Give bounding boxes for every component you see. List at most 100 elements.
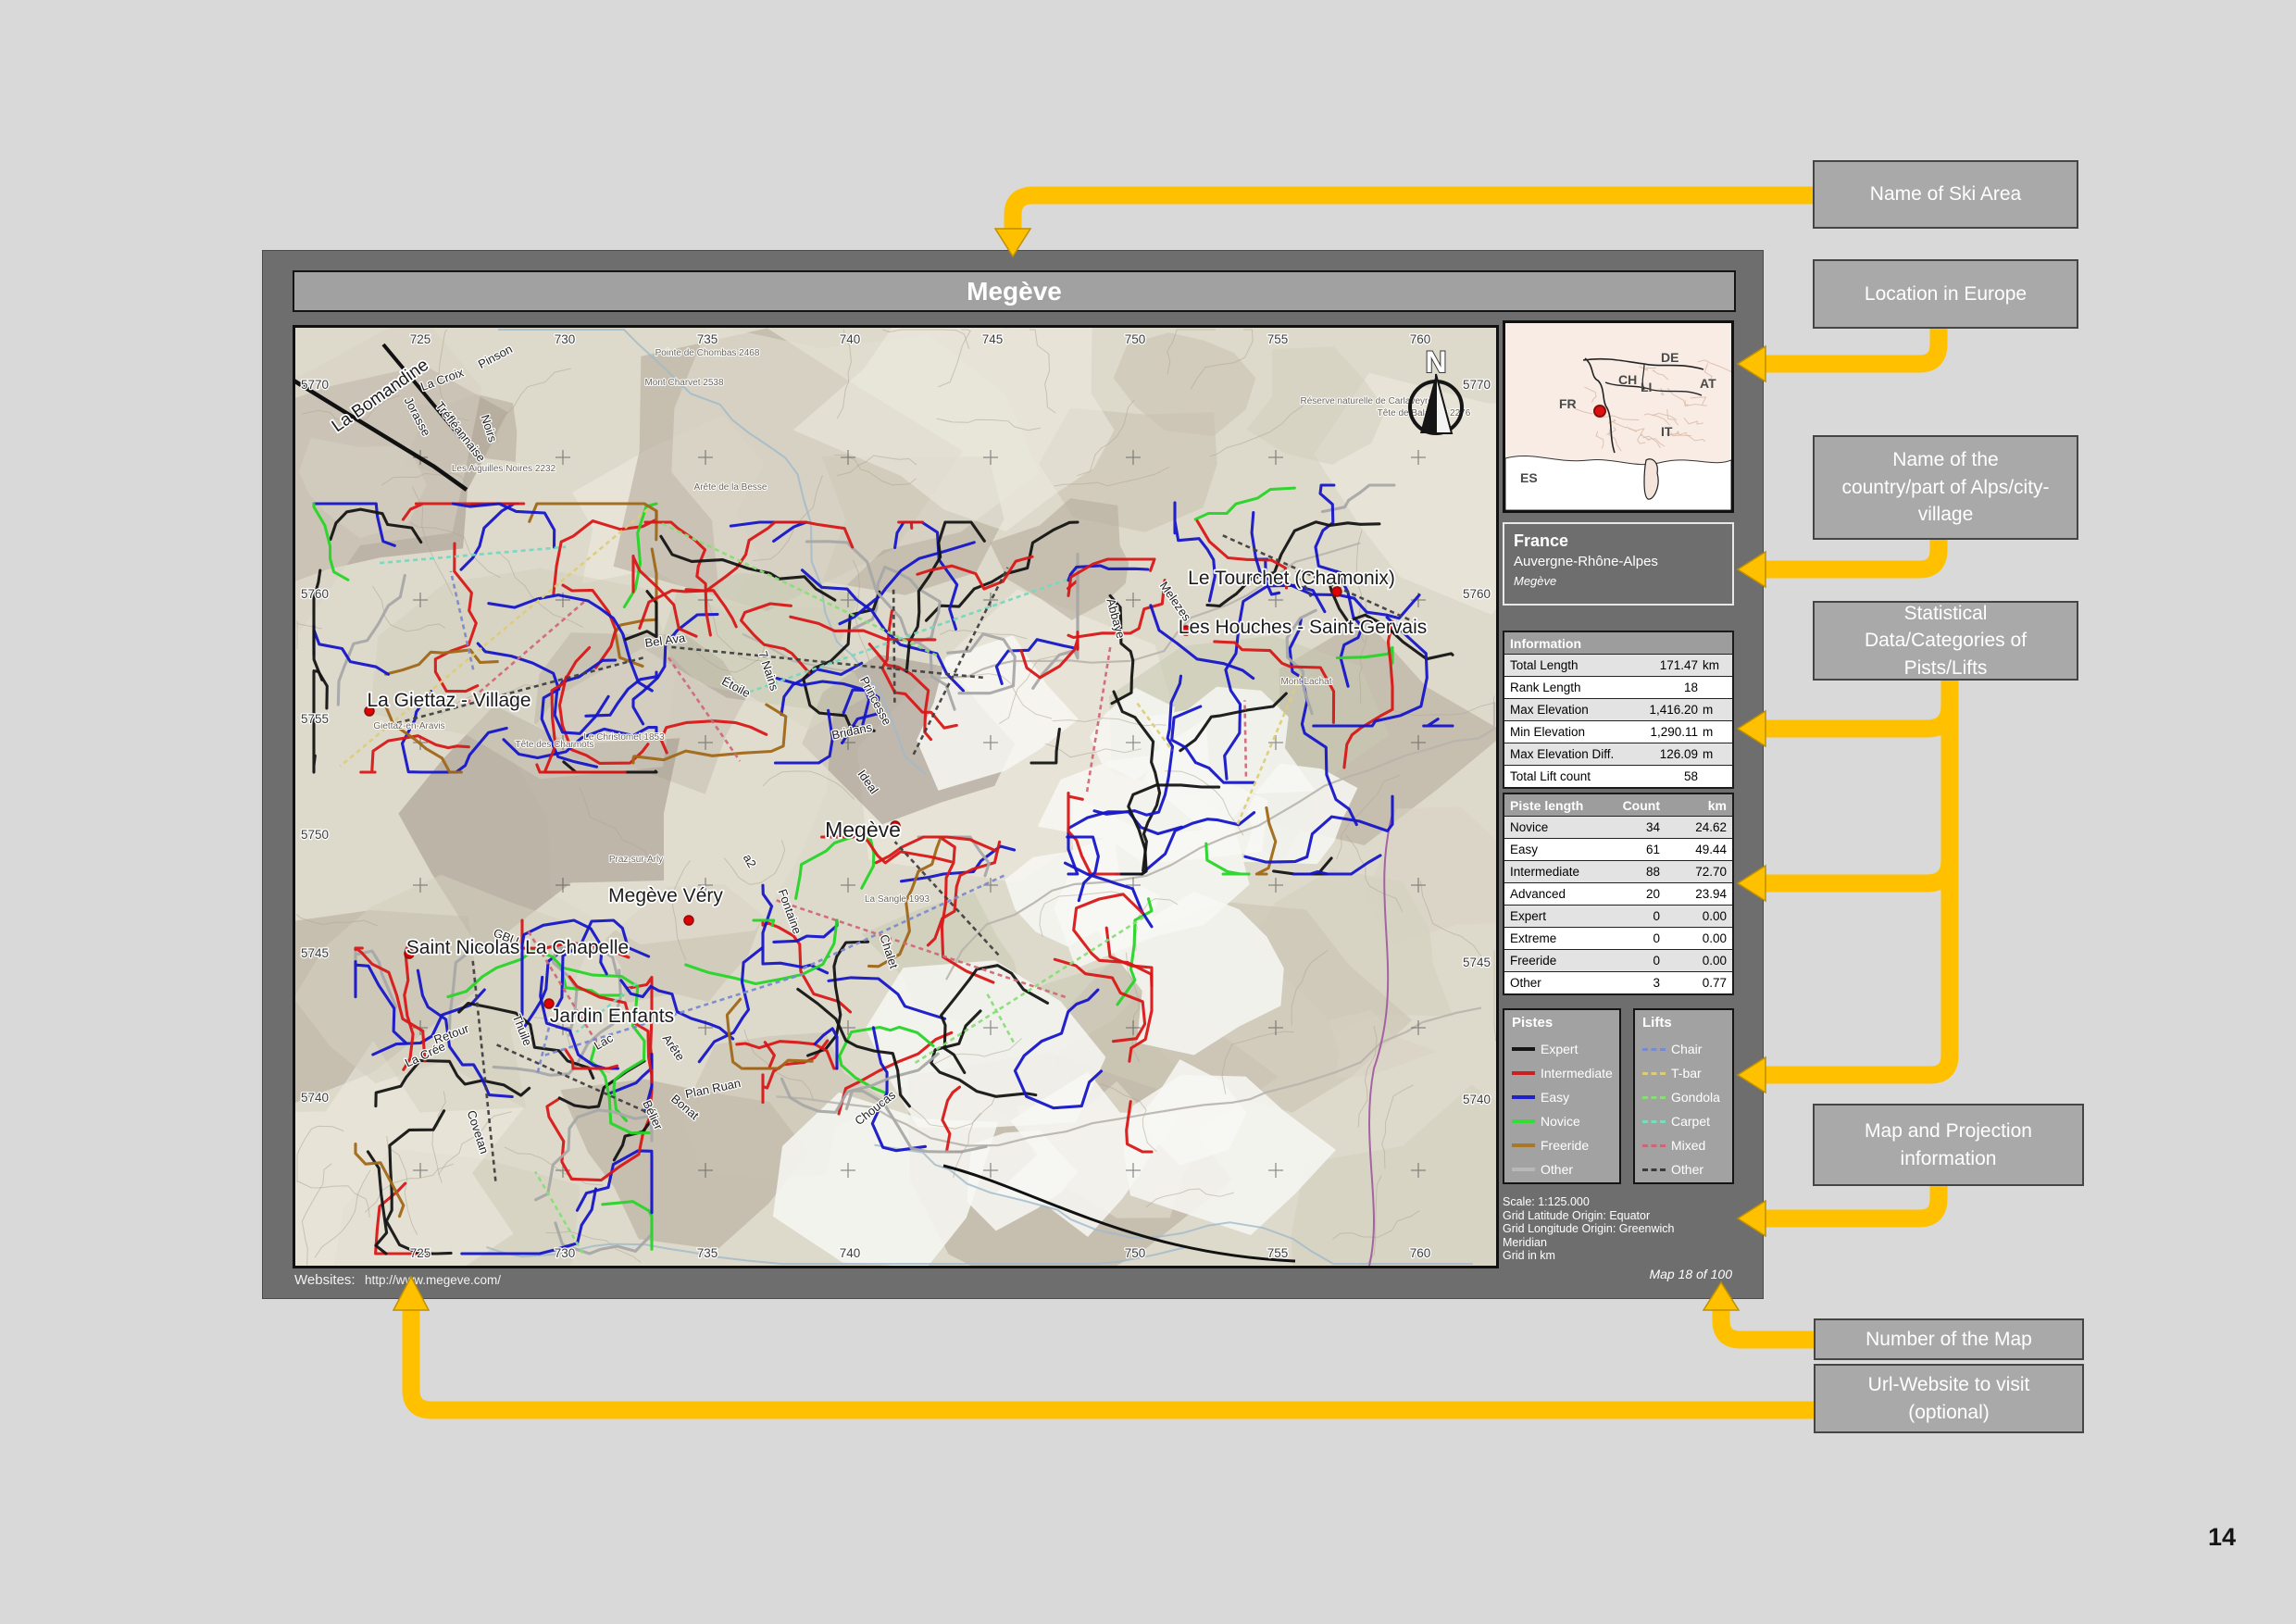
legend-item: Mixed bbox=[1642, 1133, 1725, 1157]
legend-item-label: Chair bbox=[1671, 1042, 1702, 1056]
piste-line-swatch bbox=[1512, 1047, 1535, 1051]
lift-line-swatch bbox=[1642, 1048, 1666, 1051]
grid-label-top: 760 bbox=[1410, 332, 1431, 346]
map-tiny-label: Giettaz-en-Aravis bbox=[373, 721, 444, 731]
callout-name-of-ski-area: Name of Ski Area bbox=[1813, 160, 2078, 229]
scale-line: Scale: 1:125.000 bbox=[1503, 1195, 1743, 1209]
lift-line-swatch bbox=[1642, 1144, 1666, 1147]
legend-item: Chair bbox=[1642, 1037, 1725, 1061]
lifts-legend: Lifts ChairT-barGondolaCarpetMixedOther bbox=[1633, 1008, 1734, 1184]
websites-label: Websites: bbox=[294, 1272, 356, 1288]
table-row: Intermediate8872.70 bbox=[1504, 860, 1732, 882]
legend-item-label: Easy bbox=[1541, 1090, 1569, 1105]
grid-label-bottom: 755 bbox=[1267, 1246, 1289, 1260]
map-tiny-label: Praz-sur-Arly bbox=[609, 855, 663, 865]
pistes-legend: Pistes ExpertIntermediateEasyNoviceFreer… bbox=[1503, 1008, 1621, 1184]
map-tiny-label: Le Christomet 1853 bbox=[583, 732, 665, 743]
legend-item-label: Other bbox=[1541, 1162, 1573, 1177]
town-label: Le Tourchet (Chamonix) bbox=[1188, 568, 1395, 589]
table-row: Max Elevation1,416.20m bbox=[1504, 698, 1732, 720]
legend-item: Gondola bbox=[1642, 1085, 1725, 1109]
map-tiny-label: Mont Charvet 2538 bbox=[644, 378, 723, 388]
piste-line-swatch bbox=[1512, 1071, 1535, 1075]
legend-item-label: Expert bbox=[1541, 1042, 1578, 1056]
town-label: Les Houches - Saint-Gervais bbox=[1179, 617, 1427, 638]
information-table: Information Total Length171.47kmRank Len… bbox=[1503, 631, 1734, 789]
inset-label-LI: LI bbox=[1641, 380, 1652, 394]
lifts-legend-rows: Chair T-bar Gondola Carpet Mixed Other bbox=[1642, 1037, 1725, 1181]
grid-label-right: 5740 bbox=[1463, 1093, 1491, 1106]
legend-item: Novice bbox=[1512, 1109, 1612, 1133]
legend-item: Freeride bbox=[1512, 1133, 1612, 1157]
map-title-bar: Megève bbox=[293, 270, 1736, 312]
piste-table-header: Piste length Count km bbox=[1504, 794, 1732, 816]
resort-location-dot bbox=[1594, 406, 1605, 417]
region-info-box: France Auvergne-Rhône-Alpes Megève bbox=[1503, 522, 1734, 606]
grid-label-left: 5740 bbox=[301, 1091, 329, 1105]
legend-item: Carpet bbox=[1642, 1109, 1725, 1133]
grid-label-bottom: 725 bbox=[410, 1246, 431, 1260]
legend-item: Expert bbox=[1512, 1037, 1612, 1061]
topographic-map: Giettaz-en-Aravis Praz-sur-Arly Tête des C… bbox=[295, 328, 1496, 1266]
page-number: 14 bbox=[2208, 1523, 2236, 1552]
callout-map-projection: Map and Projection information bbox=[1813, 1104, 2084, 1186]
grid-lon-line: Grid Longitude Origin: Greenwich bbox=[1503, 1222, 1743, 1236]
grid-label-left: 5745 bbox=[301, 946, 329, 960]
grid-label-left: 5760 bbox=[301, 587, 329, 601]
table-row: Max Elevation Diff.126.09m bbox=[1504, 743, 1732, 765]
piste-length-table: Piste length Count km Novice3424.62Easy6… bbox=[1503, 793, 1734, 995]
grid-label-left: 5755 bbox=[301, 712, 329, 726]
map-tiny-label: Réserve naturelle de Carlaveyron bbox=[1301, 396, 1439, 406]
table-row: Total Lift count58 bbox=[1504, 765, 1732, 787]
compass-north-letter: N bbox=[1425, 345, 1446, 379]
ski-area-title: Megève bbox=[967, 277, 1062, 306]
grid-label-top: 740 bbox=[840, 332, 861, 346]
map-area: Giettaz-en-Aravis Praz-sur-Arly Tête des C… bbox=[293, 325, 1499, 1268]
table-row: Other30.77 bbox=[1504, 971, 1732, 993]
information-table-rows: Total Length171.47kmRank Length18Max Ele… bbox=[1504, 654, 1732, 787]
lift-line-swatch bbox=[1642, 1168, 1666, 1171]
town-label: Megève Véry bbox=[608, 885, 723, 906]
inset-label-IT: IT bbox=[1661, 424, 1673, 439]
town-label: Megève bbox=[825, 818, 901, 842]
region-name: Auvergne-Rhône-Alpes bbox=[1514, 552, 1723, 572]
inset-label-DE: DE bbox=[1661, 350, 1678, 365]
information-table-header: Information bbox=[1504, 632, 1732, 654]
legend-item-label: Freeride bbox=[1541, 1138, 1589, 1153]
resort-name: Megève bbox=[1514, 572, 1723, 591]
piste-line-swatch bbox=[1512, 1095, 1535, 1099]
inset-label-ES: ES bbox=[1520, 470, 1538, 485]
table-row: Novice3424.62 bbox=[1504, 816, 1732, 838]
grid-label-top: 730 bbox=[555, 332, 576, 346]
lift-line-swatch bbox=[1642, 1072, 1666, 1075]
website-url: http://www.megeve.com/ bbox=[365, 1273, 501, 1287]
legend-item-label: T-bar bbox=[1671, 1066, 1702, 1081]
piste-name-label: Arête bbox=[660, 1031, 688, 1063]
grid-lat-line: Grid Latitude Origin: Equator bbox=[1503, 1209, 1743, 1223]
legend-item-label: Intermediate bbox=[1541, 1066, 1613, 1081]
inset-label-FR: FR bbox=[1559, 396, 1577, 411]
table-row: Total Length171.47km bbox=[1504, 654, 1732, 676]
map-tiny-label: Les Aiguilles Noires 2232 bbox=[452, 464, 556, 474]
town-label: Saint Nicolas La Chapelle bbox=[406, 937, 629, 958]
table-row: Freeride00.00 bbox=[1504, 949, 1732, 971]
slide-page: Megève Giettaz-en-Aravis Praz-sur-Arly Têt… bbox=[0, 0, 2296, 1624]
map-tiny-label: Tête des Charmots bbox=[515, 740, 593, 750]
table-row: Extreme00.00 bbox=[1504, 927, 1732, 949]
grid-label-bottom: 750 bbox=[1125, 1246, 1146, 1260]
table-row: Expert00.00 bbox=[1504, 905, 1732, 927]
table-row: Min Elevation1,290.11m bbox=[1504, 720, 1732, 743]
callout-location-in-europe: Location in Europe bbox=[1813, 259, 2078, 329]
legend-item-label: Gondola bbox=[1671, 1090, 1720, 1105]
piste-table-rows: Novice3424.62Easy6149.44Intermediate8872… bbox=[1504, 816, 1732, 993]
callout-statistical-data: Statistical Data/Categories of Pists/Lif… bbox=[1813, 601, 2078, 681]
meridian-line: Meridian bbox=[1503, 1236, 1743, 1250]
legend-item: Other bbox=[1642, 1157, 1725, 1181]
scale-projection-info: Scale: 1:125.000 Grid Latitude Origin: E… bbox=[1503, 1195, 1743, 1263]
grid-label-left: 5770 bbox=[301, 378, 329, 392]
legend-item-label: Other bbox=[1671, 1162, 1703, 1177]
lift-line-swatch bbox=[1642, 1096, 1666, 1099]
legend-item: Intermediate bbox=[1512, 1061, 1612, 1085]
legend-item-label: Carpet bbox=[1671, 1114, 1710, 1129]
piste-line-swatch bbox=[1512, 1143, 1535, 1147]
